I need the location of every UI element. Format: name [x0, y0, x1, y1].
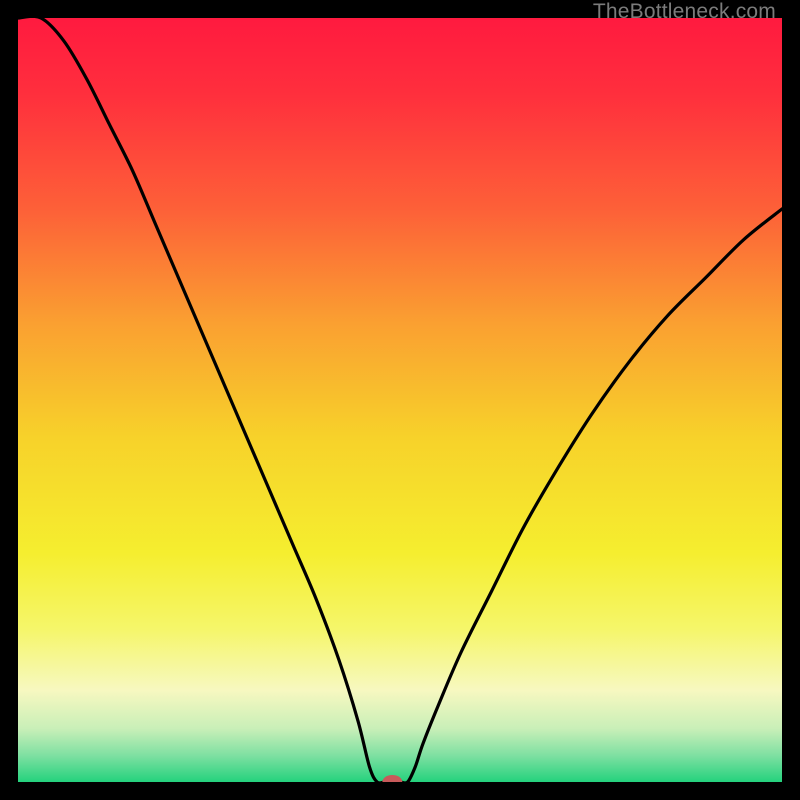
- gradient-background: [18, 18, 782, 782]
- watermark-text: TheBottleneck.com: [593, 0, 776, 24]
- chart-frame: [18, 18, 782, 782]
- bottleneck-chart: [18, 18, 782, 782]
